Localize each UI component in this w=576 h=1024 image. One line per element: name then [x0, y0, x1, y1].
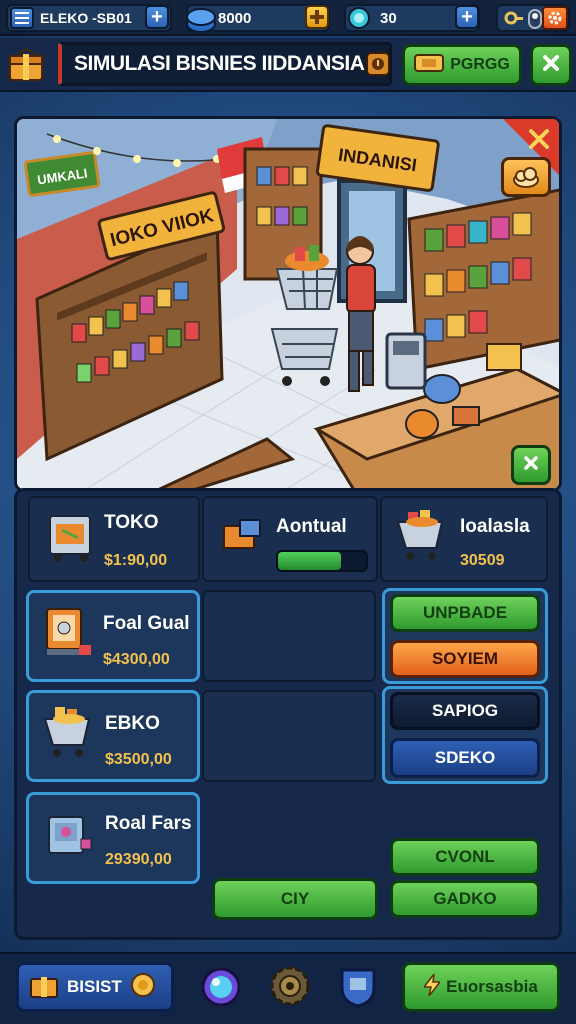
card-aontual[interactable]: Aontual: [202, 496, 378, 582]
coin-stack-icon: [184, 4, 218, 38]
crate-icon: [220, 518, 264, 557]
euorsasbia-label: Euorsasbia: [446, 977, 538, 996]
card-label: Foal Gual: [103, 613, 190, 634]
coins-value: 8000: [218, 10, 252, 27]
card-label: Aontual: [276, 516, 347, 537]
card-price: 29390,00: [105, 851, 172, 868]
cvonl-button[interactable]: CVONL: [390, 838, 540, 876]
sapiog-button[interactable]: SAPIOG: [390, 692, 540, 730]
empty-slot: [202, 590, 376, 682]
ciy-button[interactable]: CIY: [212, 878, 378, 920]
add-profile-button[interactable]: +: [145, 5, 169, 29]
cloud-badge-icon[interactable]: [501, 157, 551, 197]
store-illustration: IOKO VIIOK UMKALI INDANISI: [17, 119, 559, 489]
card-label: TOKO: [104, 512, 159, 533]
card-price: $3500,00: [105, 751, 172, 768]
title-info-icon[interactable]: [366, 52, 390, 76]
card-roal-fars[interactable]: Roal Fars 29390,00: [26, 792, 200, 884]
gadko-button[interactable]: GADKO: [390, 880, 540, 918]
store-scene: IOKO VIIOK UMKALI INDANISI: [14, 116, 562, 492]
add-gems-button[interactable]: +: [455, 5, 479, 29]
close-button[interactable]: [530, 44, 572, 86]
ticket-icon: [414, 52, 445, 79]
sotem-button[interactable]: SOYIEM: [390, 640, 540, 678]
add-coins-button[interactable]: [305, 5, 329, 29]
card-label: EBKO: [105, 713, 160, 734]
gem-icon: [346, 6, 372, 34]
euorsasbia-button[interactable]: Euorsasbia: [402, 962, 560, 1012]
toggle-icon[interactable]: [528, 9, 542, 33]
card-price: $4300,00: [103, 651, 170, 668]
lightning-icon: [422, 970, 442, 1001]
bisist-button[interactable]: BISIST: [16, 962, 174, 1012]
progress-bar: [276, 550, 368, 572]
gems-value: 30: [380, 10, 397, 27]
upgrade-button[interactable]: UNPBADE: [390, 594, 540, 632]
bisist-label: BISIST: [67, 977, 122, 996]
chest-icon: [29, 971, 59, 1004]
store-front-icon: [44, 508, 98, 569]
coin-icon: [130, 972, 156, 1003]
page-title: SIMULASI BISNIES IIDDANSIA: [74, 52, 365, 75]
card-label: Ioalasla: [460, 516, 530, 537]
tablet-icon: [43, 605, 97, 668]
close-icon: [542, 52, 560, 78]
shopping-cart-icon: [41, 703, 97, 768]
card-ebko[interactable]: EBKO $3500,00: [26, 690, 200, 782]
orb-icon[interactable]: [200, 966, 242, 1013]
card-foal-gual[interactable]: Foal Gual $4300,00: [26, 590, 200, 682]
settings-gear-icon[interactable]: [268, 964, 312, 1013]
menu-icon[interactable]: [10, 7, 34, 29]
profile-label: ELEKO ‑SB01: [40, 10, 132, 26]
gear-icon[interactable]: [542, 6, 568, 30]
settings-pill: [496, 4, 570, 32]
key-icon[interactable]: [504, 8, 524, 32]
card-price: $1:90,00: [104, 552, 168, 569]
shopping-cart-icon: [394, 508, 450, 571]
empty-slot: [202, 690, 376, 782]
shop-chest-icon[interactable]: [6, 44, 46, 89]
pgrgg-button-label: PGRGG: [450, 56, 510, 73]
card-ioalasla[interactable]: Ioalasla 30509: [380, 496, 548, 582]
sdeko-button[interactable]: SDEKO: [390, 738, 540, 778]
card-price: 30509: [460, 552, 505, 569]
card-label: Roal Fars: [105, 813, 192, 834]
scene-close-button[interactable]: [511, 445, 551, 485]
pgrgg-button[interactable]: PGRGG: [402, 44, 522, 86]
shield-icon[interactable]: [338, 964, 378, 1013]
card-toko[interactable]: TOKO $1:90,00: [28, 496, 200, 582]
close-icon: [523, 455, 539, 476]
progress-fill: [278, 552, 342, 570]
appliance-icon: [43, 809, 97, 870]
title-panel: SIMULASI BISNIES IIDDANSIA: [58, 42, 392, 86]
